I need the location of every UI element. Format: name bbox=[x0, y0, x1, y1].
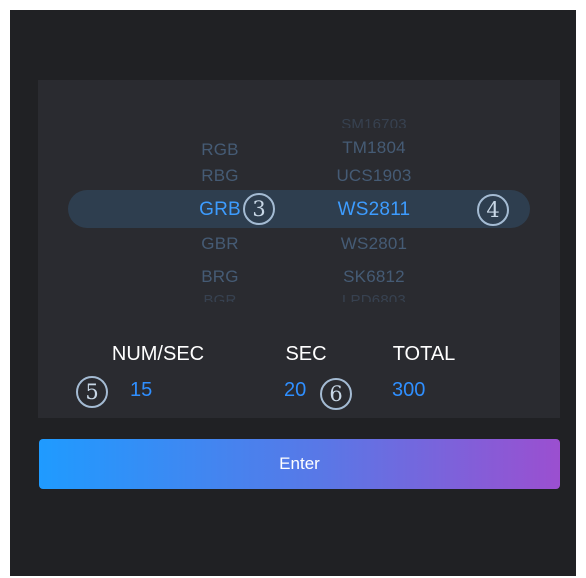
enter-button[interactable]: Enter bbox=[39, 439, 560, 489]
chip-type-option[interactable]: LPD6803 bbox=[274, 292, 474, 302]
chip-type-option[interactable]: SK6812 bbox=[274, 267, 474, 287]
sec-label: SEC bbox=[285, 343, 327, 365]
num-per-sec-value[interactable]: 15 bbox=[130, 379, 180, 402]
chip-type-selected[interactable]: WS2811 bbox=[274, 199, 474, 221]
total-value: 300 bbox=[392, 379, 426, 401]
total-label: TOTAL bbox=[392, 343, 456, 365]
chip-type-option[interactable]: WS2801 bbox=[274, 234, 474, 254]
chip-type-option[interactable]: TM1804 bbox=[274, 138, 474, 158]
led-picker[interactable]: RGB RBG GRB GBR BRG BGR SM16703 TM1804 U… bbox=[38, 80, 560, 320]
num-per-sec-label: NUM/SEC bbox=[111, 343, 205, 365]
callout-marker-3: 3 bbox=[243, 193, 275, 225]
chip-type-option[interactable]: SM16703 bbox=[274, 116, 474, 128]
callout-marker-6: 6 bbox=[320, 378, 352, 410]
settings-panel: RGB RBG GRB GBR BRG BGR SM16703 TM1804 U… bbox=[38, 80, 560, 418]
sec-value[interactable]: 20 bbox=[284, 379, 324, 402]
callout-marker-4: 4 bbox=[477, 194, 509, 226]
callout-marker-5: 5 bbox=[76, 376, 108, 408]
app-screen: RGB RBG GRB GBR BRG BGR SM16703 TM1804 U… bbox=[10, 10, 576, 576]
chip-type-option[interactable]: UCS1903 bbox=[274, 166, 474, 186]
